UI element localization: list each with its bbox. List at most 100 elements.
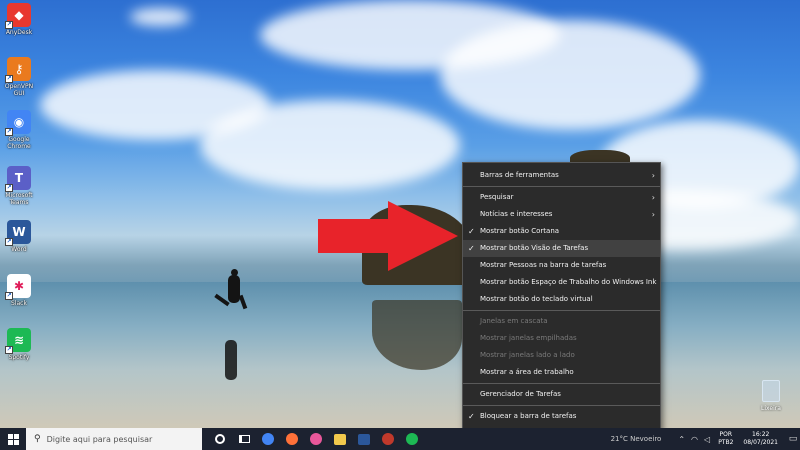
word-icon	[358, 433, 370, 445]
desktop-shortcut[interactable]: ✱ ↗ Slack	[2, 274, 36, 307]
runner-head	[231, 269, 238, 276]
runner-silhouette	[228, 275, 240, 303]
chrome-icon: ◉ ↗	[5, 110, 31, 136]
search-box[interactable]: ⚲ Digite aqui para pesquisar	[26, 428, 202, 450]
menu-separator	[463, 310, 660, 311]
spotify-taskbar-button[interactable]	[400, 428, 424, 450]
menu-separator	[463, 383, 660, 384]
red-arrow-annotation	[318, 201, 458, 271]
cortana-taskbar-button[interactable]	[208, 428, 232, 450]
menu-item[interactable]: Barras de ferramentas ›	[463, 167, 660, 184]
menu-item-label: Barras de ferramentas	[480, 171, 559, 179]
menu-item-label: Mostrar botão Cortana	[480, 227, 560, 235]
menu-item[interactable]: ✓ Mostrar botão Cortana	[463, 223, 660, 240]
volume-icon[interactable]: ◁	[704, 435, 710, 444]
menu-item[interactable]: ✓ Mostrar botão Visão de Tarefas	[463, 240, 660, 257]
network-icon[interactable]: ◠	[691, 435, 698, 444]
chrome-icon	[262, 433, 274, 445]
start-button[interactable]	[0, 428, 26, 450]
spotify-icon	[406, 433, 418, 445]
clock-date: 08/07/2021	[743, 439, 778, 446]
desktop-shortcut-label: Spotify	[8, 354, 30, 361]
spotify-icon: ≋ ↗	[5, 328, 31, 354]
desktop-shortcut[interactable]: ◆ ↗ AnyDesk	[2, 3, 36, 36]
chevron-right-icon: ›	[651, 171, 655, 180]
desktop-shortcut[interactable]: W ↗ Word	[2, 220, 36, 253]
menu-item-label: Pesquisar	[480, 193, 514, 201]
desktop-shortcut[interactable]: ≋ ↗ Spotify	[2, 328, 36, 361]
recycle-bin-icon	[762, 380, 780, 402]
app-badge-icon	[310, 433, 322, 445]
chrome-taskbar-button[interactable]	[256, 428, 280, 450]
menu-item-label: Gerenciador de Tarefas	[480, 390, 561, 398]
cloud	[130, 8, 190, 26]
desktop-shortcut-label: Slack	[11, 300, 27, 307]
file-explorer-taskbar-button[interactable]	[328, 428, 352, 450]
notifications-icon[interactable]: ▭	[786, 428, 800, 450]
menu-item[interactable]: Pesquisar ›	[463, 189, 660, 206]
menu-item-label: Bloquear a barra de tarefas	[480, 412, 577, 420]
menu-item: Mostrar janelas lado a lado	[463, 347, 660, 364]
file-explorer-icon	[334, 433, 346, 445]
clock-time: 16:22	[752, 431, 770, 438]
clock[interactable]: 16:22 08/07/2021	[743, 431, 778, 447]
firefox-icon	[286, 433, 298, 445]
openvpn-icon: ⚷ ↗	[5, 57, 31, 83]
checkmark-icon: ✓	[468, 412, 475, 421]
task-view-icon	[238, 435, 250, 443]
menu-item[interactable]: Mostrar botão Espaço de Trabalho do Wind…	[463, 274, 660, 291]
menu-item: Janelas em cascata	[463, 313, 660, 330]
shortcut-arrow-icon: ↗	[5, 292, 13, 300]
menu-item[interactable]: Mostrar botão do teclado virtual	[463, 291, 660, 308]
menu-item-label: Mostrar botão Espaço de Trabalho do Wind…	[480, 278, 657, 286]
shortcut-arrow-icon: ↗	[5, 238, 13, 246]
desktop-shortcut[interactable]: T ↗ Microsoft Teams	[2, 166, 36, 206]
task-view-taskbar-button[interactable]	[232, 428, 256, 450]
menu-item[interactable]: Gerenciador de Tarefas	[463, 386, 660, 403]
menu-item-label: Mostrar botão Visão de Tarefas	[480, 244, 589, 252]
search-icon: ⚲	[34, 434, 41, 444]
menu-item-label: Mostrar Pessoas na barra de tarefas	[480, 261, 607, 269]
app-red-icon	[382, 433, 394, 445]
checkmark-icon: ✓	[468, 227, 475, 236]
pinned-apps	[208, 428, 424, 450]
language-code: POR	[719, 431, 733, 438]
slack-icon: ✱ ↗	[5, 274, 31, 300]
recycle-bin[interactable]: Lixeira	[754, 380, 788, 412]
weather-widget[interactable]: 21°C Nevoeiro	[611, 435, 662, 443]
menu-item[interactable]: Notícias e interesses ›	[463, 206, 660, 223]
desktop-shortcut-label: Microsoft Teams	[5, 192, 33, 206]
shortcut-arrow-icon: ↗	[5, 184, 13, 192]
menu-item[interactable]: Mostrar Pessoas na barra de tarefas	[463, 257, 660, 274]
desktop-shortcut-label: Word	[11, 246, 27, 253]
language-indicator[interactable]: POR PTB2	[718, 431, 733, 447]
desktop-shortcut-label: Google Chrome	[7, 136, 31, 150]
teams-icon: T ↗	[5, 166, 31, 192]
keyboard-layout: PTB2	[718, 439, 734, 446]
desktop-shortcut[interactable]: ◉ ↗ Google Chrome	[2, 110, 36, 150]
recycle-bin-label: Lixeira	[761, 405, 781, 412]
desktop-shortcut[interactable]: ⚷ ↗ OpenVPN GUI	[2, 57, 36, 97]
app-badge-taskbar-button[interactable]	[304, 428, 328, 450]
menu-item-label: Mostrar janelas lado a lado	[480, 351, 575, 359]
shortcut-arrow-icon: ↗	[5, 21, 13, 29]
taskbar: ⚲ Digite aqui para pesquisar 21°C Nevoei…	[0, 428, 800, 450]
menu-item-label: Janelas em cascata	[480, 317, 548, 325]
desktop-shortcut-label: OpenVPN GUI	[4, 83, 34, 97]
menu-item-label: Mostrar botão do teclado virtual	[480, 295, 593, 303]
app-red-taskbar-button[interactable]	[376, 428, 400, 450]
shortcut-arrow-icon: ↗	[5, 75, 13, 83]
menu-item[interactable]: ✓ Bloquear a barra de tarefas	[463, 408, 660, 425]
menu-item[interactable]: Mostrar a área de trabalho	[463, 364, 660, 381]
word-taskbar-button[interactable]	[352, 428, 376, 450]
chevron-right-icon: ›	[651, 193, 655, 202]
show-hidden-icons-icon[interactable]: ⌃	[678, 435, 685, 444]
windows-logo-icon	[7, 433, 19, 445]
menu-item-label: Notícias e interesses	[480, 210, 553, 218]
shortcut-arrow-icon: ↗	[5, 346, 13, 354]
taskbar-context-menu: Barras de ferramentas › Pesquisar › Notícias…	[462, 162, 661, 439]
system-tray: 21°C Nevoeiro ⌃ ◠ ◁ POR PTB2 16:22 08/07…	[611, 428, 800, 450]
desktop-shortcut-label: AnyDesk	[5, 29, 33, 36]
menu-separator	[463, 186, 660, 187]
firefox-taskbar-button[interactable]	[280, 428, 304, 450]
